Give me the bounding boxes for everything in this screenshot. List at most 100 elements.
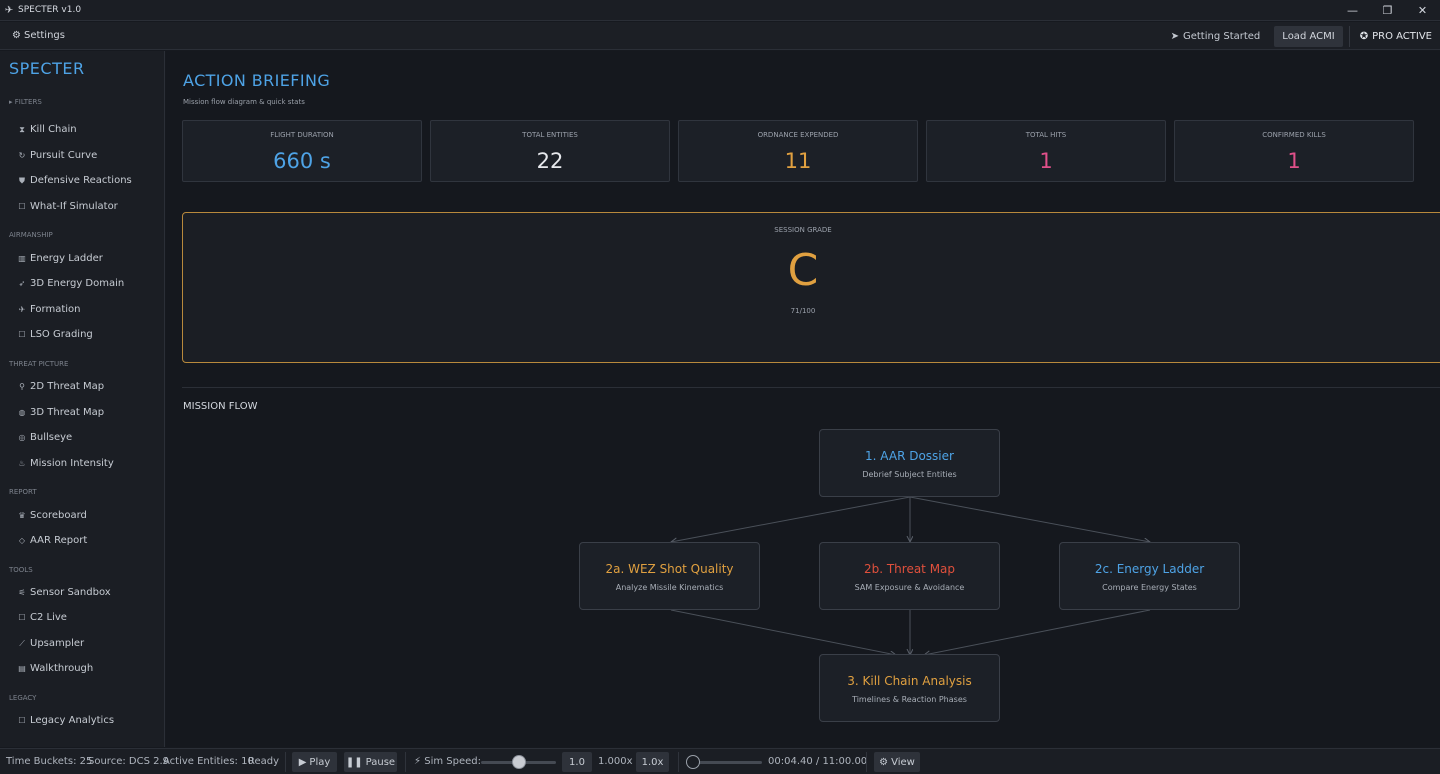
time-readout: 00:04.40 / 11:00.00 bbox=[768, 756, 868, 767]
getting-started-label: Getting Started bbox=[1182, 30, 1261, 42]
page-title: ACTION BRIEFING bbox=[183, 71, 331, 90]
sidebar-item-2d-threat-map[interactable]: ⚲ 2D Threat Map bbox=[18, 381, 104, 392]
sidebar-section-airmanship: AIRMANSHIP bbox=[9, 231, 53, 239]
flow-node-title: 2b. Threat Map bbox=[863, 562, 956, 576]
sidebar-item-bullseye[interactable]: ◎ Bullseye bbox=[18, 432, 73, 443]
section-label: AIRMANSHIP bbox=[9, 231, 53, 239]
satellite-icon: ⚟ bbox=[18, 588, 26, 597]
sidebar-item-aar-report[interactable]: ◇ AAR Report bbox=[18, 535, 87, 546]
sidebar-item-label: LSO Grading bbox=[30, 329, 93, 340]
stat-label: ORDNANCE EXPENDED bbox=[757, 131, 839, 139]
line-chart-icon: ⟋ bbox=[19, 638, 25, 648]
plane-icon: ✈ bbox=[18, 305, 26, 314]
sidebar: SPECTER ▸ FILTERS ⧗ Kill Chain ↻ Pursuit C… bbox=[0, 51, 165, 747]
flow-node-energy-ladder[interactable]: 2c. Energy Ladder Compare Energy States bbox=[1059, 542, 1240, 610]
sidebar-item-what-if-simulator[interactable]: ☐ What-If Simulator bbox=[18, 201, 118, 212]
sidebar-item-kill-chain[interactable]: ⧗ Kill Chain bbox=[18, 124, 77, 135]
flow-node-threat-map[interactable]: 2b. Threat Map SAM Exposure & Avoidance bbox=[819, 542, 1000, 610]
flow-node-subtitle: SAM Exposure & Avoidance bbox=[854, 583, 965, 592]
play-button[interactable]: ▶ Play bbox=[292, 752, 337, 772]
view-button[interactable]: ⚙ View bbox=[874, 752, 920, 772]
speed-input[interactable]: 1.0 bbox=[562, 752, 592, 772]
sidebar-item-walkthrough[interactable]: ▤ Walkthrough bbox=[18, 663, 93, 674]
flame-icon: ♨ bbox=[18, 459, 26, 468]
book-icon: ▤ bbox=[18, 664, 26, 673]
trophy-icon: ♛ bbox=[18, 511, 26, 520]
load-acmi-button[interactable]: Load ACMI bbox=[1274, 25, 1343, 47]
flow-edge bbox=[909, 496, 1150, 542]
sim-speed-label: ⚡ Sim Speed: bbox=[414, 756, 481, 767]
target-icon: ◎ bbox=[18, 433, 26, 442]
sidebar-item-mission-intensity[interactable]: ♨ Mission Intensity bbox=[18, 458, 114, 469]
sidebar-item-label: 2D Threat Map bbox=[30, 381, 105, 392]
square-icon: ☐ bbox=[18, 330, 26, 339]
settings-label: Settings bbox=[23, 30, 65, 41]
maximize-button[interactable]: ❐ bbox=[1370, 0, 1405, 21]
sidebar-item-label: Bullseye bbox=[30, 432, 73, 443]
stat-card-ordnance-expended: ORDNANCE EXPENDED 11 bbox=[678, 120, 918, 182]
sidebar-item-label: AAR Report bbox=[30, 535, 88, 546]
sidebar-item-formation[interactable]: ✈ Formation bbox=[18, 304, 81, 315]
sidebar-item-3d-threat-map[interactable]: ◍ 3D Threat Map bbox=[18, 407, 105, 418]
flow-node-wez-shot-quality[interactable]: 2a. WEZ Shot Quality Analyze Missile Kin… bbox=[579, 542, 760, 610]
flow-edge bbox=[924, 609, 1151, 655]
sidebar-item-energy-ladder[interactable]: ▥ Energy Ladder bbox=[18, 253, 103, 264]
section-label: TOOLS bbox=[9, 566, 33, 574]
square-icon: ☐ bbox=[18, 716, 26, 725]
stat-value: 22 bbox=[536, 149, 564, 173]
flow-node-aar-dossier[interactable]: 1. AAR Dossier Debrief Subject Entities bbox=[819, 429, 1000, 497]
getting-started-button[interactable]: ➤ Getting Started bbox=[1163, 26, 1269, 47]
sidebar-item-label: C2 Live bbox=[30, 612, 67, 623]
sidebar-item-sensor-sandbox[interactable]: ⚟ Sensor Sandbox bbox=[18, 587, 110, 598]
sidebar-section-legacy: LEGACY bbox=[9, 694, 36, 702]
sidebar-section-filters[interactable]: ▸ FILTERS bbox=[9, 98, 42, 106]
title-bar: ✈ SPECTER v1.0 — ❐ ✕ bbox=[0, 0, 1440, 21]
stat-value: 1 bbox=[1287, 149, 1301, 173]
sidebar-item-label: Mission Intensity bbox=[30, 458, 114, 469]
flow-node-subtitle: Analyze Missile Kinematics bbox=[615, 583, 724, 592]
pin-icon: ⚲ bbox=[19, 382, 25, 391]
settings-menu[interactable]: ⚙ Settings bbox=[12, 30, 65, 41]
flow-node-subtitle: Debrief Subject Entities bbox=[862, 470, 957, 479]
flow-node-subtitle: Compare Energy States bbox=[1102, 583, 1197, 592]
sidebar-item-legacy-analytics[interactable]: ☐ Legacy Analytics bbox=[18, 715, 114, 726]
stat-value: 660 s bbox=[273, 149, 331, 173]
sidebar-item-defensive-reactions[interactable]: ⛊ Defensive Reactions bbox=[18, 175, 132, 186]
source-text: Source: DCS 2.9 bbox=[88, 756, 170, 767]
sim-speed-slider-knob[interactable] bbox=[511, 755, 526, 769]
flow-node-title: 1. AAR Dossier bbox=[865, 449, 954, 463]
stat-value: 11 bbox=[784, 149, 812, 173]
sidebar-item-label: Upsampler bbox=[30, 638, 85, 649]
sidebar-item-3d-energy-domain[interactable]: ➶ 3D Energy Domain bbox=[18, 278, 125, 289]
sidebar-item-c2-live[interactable]: ☐ C2 Live bbox=[18, 612, 67, 623]
stat-card-total-hits: TOTAL HITS 1 bbox=[926, 120, 1166, 182]
sidebar-section-report: REPORT bbox=[9, 488, 37, 496]
sidebar-item-upsampler[interactable]: ⟋ Upsampler bbox=[18, 638, 84, 649]
sidebar-item-lso-grading[interactable]: ☐ LSO Grading bbox=[18, 329, 93, 340]
hourglass-icon: ⧗ bbox=[19, 124, 25, 134]
sidebar-item-label: Pursuit Curve bbox=[30, 150, 98, 161]
section-label: REPORT bbox=[9, 488, 37, 496]
pro-active-badge[interactable]: ✪ PRO ACTIVE bbox=[1348, 25, 1440, 47]
pause-label: Pause bbox=[365, 756, 396, 768]
status-text: Ready bbox=[248, 756, 280, 767]
play-icon: ▶ bbox=[298, 756, 307, 768]
sidebar-item-label: What-If Simulator bbox=[30, 201, 118, 212]
minimize-button[interactable]: — bbox=[1335, 0, 1370, 21]
sidebar-item-label: Formation bbox=[30, 304, 81, 315]
section-label: LEGACY bbox=[9, 694, 37, 702]
sidebar-item-label: Kill Chain bbox=[30, 124, 77, 135]
view-label: View bbox=[891, 756, 915, 768]
stat-label: CONFIRMED KILLS bbox=[1262, 131, 1326, 139]
sidebar-item-pursuit-curve[interactable]: ↻ Pursuit Curve bbox=[18, 150, 98, 161]
flow-node-subtitle: Timelines & Reaction Phases bbox=[852, 695, 967, 704]
refresh-icon: ↻ bbox=[18, 151, 26, 160]
close-button[interactable]: ✕ bbox=[1405, 0, 1440, 21]
sidebar-item-scoreboard[interactable]: ♛ Scoreboard bbox=[18, 510, 86, 521]
speed-preset-button[interactable]: 1.0x bbox=[636, 752, 669, 772]
section-label: THREAT PICTURE bbox=[9, 360, 69, 368]
timeline-slider-knob[interactable] bbox=[686, 755, 701, 769]
pause-button[interactable]: ❚❚ Pause bbox=[344, 752, 397, 772]
flow-node-kill-chain-analysis[interactable]: 3. Kill Chain Analysis Timelines & React… bbox=[819, 654, 1000, 722]
stat-value: 1 bbox=[1039, 149, 1053, 173]
